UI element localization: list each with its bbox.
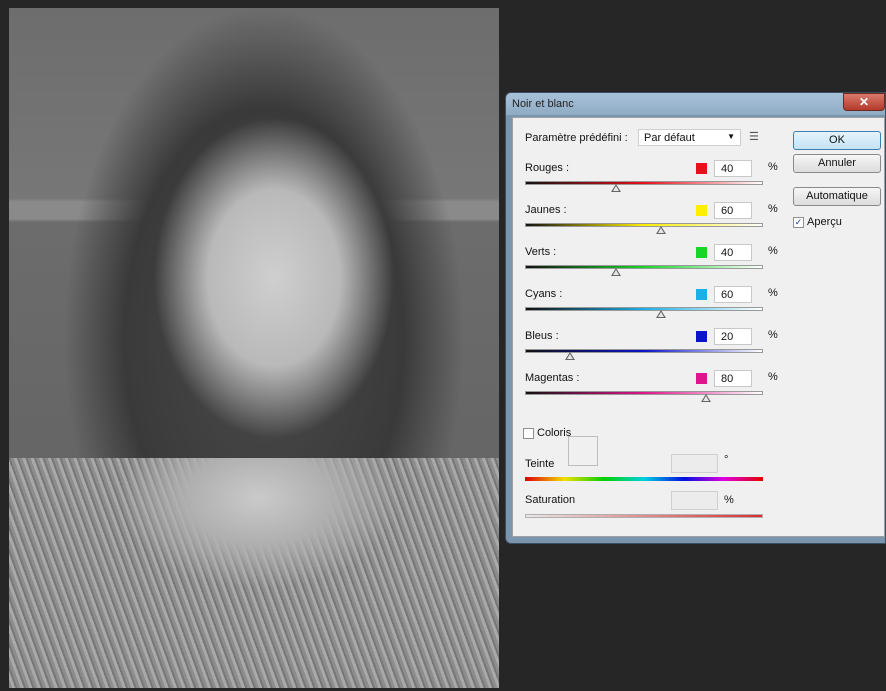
- channel-value-input[interactable]: 40: [714, 160, 752, 177]
- close-button[interactable]: ✕: [843, 93, 885, 111]
- channel-label: Jaunes :: [525, 204, 567, 216]
- saturation-unit: %: [724, 494, 734, 506]
- ok-button[interactable]: OK: [793, 131, 881, 150]
- auto-button[interactable]: Automatique: [793, 187, 881, 206]
- channel-label: Verts :: [525, 246, 557, 258]
- channel-color-swatch: [696, 205, 707, 216]
- slider-thumb[interactable]: [610, 268, 621, 276]
- photo-fur-collar: [9, 458, 499, 688]
- channel-color-swatch: [696, 289, 707, 300]
- channel-color-swatch: [696, 247, 707, 258]
- channel-color-swatch: [696, 373, 707, 384]
- hue-slider[interactable]: [525, 477, 763, 481]
- channel-slider[interactable]: [525, 391, 763, 395]
- tint-checkbox[interactable]: [523, 428, 534, 439]
- cancel-button[interactable]: Annuler: [793, 154, 881, 173]
- preset-label: Paramètre prédéfini :: [525, 132, 628, 144]
- channel-slider[interactable]: [525, 181, 763, 185]
- channel-unit: %: [768, 245, 778, 257]
- black-white-dialog: Noir et blanc ✕ Paramètre prédéfini : Pa…: [505, 92, 886, 544]
- preview-label: Aperçu: [807, 216, 842, 228]
- channel-value-input[interactable]: 60: [714, 286, 752, 303]
- channel-label: Cyans :: [525, 288, 563, 300]
- channel-value-input[interactable]: 20: [714, 328, 752, 345]
- channel-unit: %: [768, 371, 778, 383]
- channel-color-swatch: [696, 331, 707, 342]
- hue-input[interactable]: [671, 454, 718, 473]
- channel-label: Rouges :: [525, 162, 570, 174]
- list-menu-icon[interactable]: ☰: [749, 130, 759, 143]
- channel-unit: %: [768, 329, 778, 341]
- slider-thumb[interactable]: [701, 394, 712, 402]
- saturation-input[interactable]: [671, 491, 718, 510]
- dialog-body: Paramètre prédéfini : Par défaut ▼ ☰ Rou…: [512, 117, 885, 537]
- channel-slider[interactable]: [525, 349, 763, 353]
- saturation-slider[interactable]: [525, 514, 763, 518]
- slider-thumb[interactable]: [610, 184, 621, 192]
- hue-label: Teinte: [525, 458, 555, 470]
- portrait-photo: [9, 8, 499, 688]
- channel-slider[interactable]: [525, 265, 763, 269]
- slider-thumb[interactable]: [656, 226, 666, 234]
- channel-label: Magentas :: [525, 372, 580, 384]
- channel-unit: %: [768, 161, 778, 173]
- channel-slider[interactable]: [525, 307, 763, 311]
- channel-value-input[interactable]: 40: [714, 244, 752, 261]
- channel-value-input[interactable]: 80: [714, 370, 752, 387]
- dialog-titlebar[interactable]: Noir et blanc ✕: [506, 93, 885, 115]
- channel-unit: %: [768, 203, 778, 215]
- preset-dropdown[interactable]: Par défaut ▼: [638, 129, 741, 146]
- channel-value-input[interactable]: 60: [714, 202, 752, 219]
- slider-thumb[interactable]: [656, 310, 666, 318]
- channel-slider[interactable]: [525, 223, 763, 227]
- channel-unit: %: [768, 287, 778, 299]
- channel-color-swatch: [696, 163, 707, 174]
- preset-value: Par défaut: [644, 132, 695, 144]
- tint-label: Coloris: [537, 427, 572, 439]
- slider-thumb[interactable]: [565, 352, 576, 360]
- channel-label: Bleus :: [525, 330, 559, 342]
- preview-checkbox[interactable]: ✓: [793, 217, 804, 228]
- hue-unit: °: [724, 454, 729, 466]
- saturation-label: Saturation: [525, 494, 576, 506]
- chevron-down-icon: ▼: [727, 132, 735, 141]
- dialog-title: Noir et blanc: [512, 98, 574, 110]
- tint-color-swatch[interactable]: [568, 436, 598, 466]
